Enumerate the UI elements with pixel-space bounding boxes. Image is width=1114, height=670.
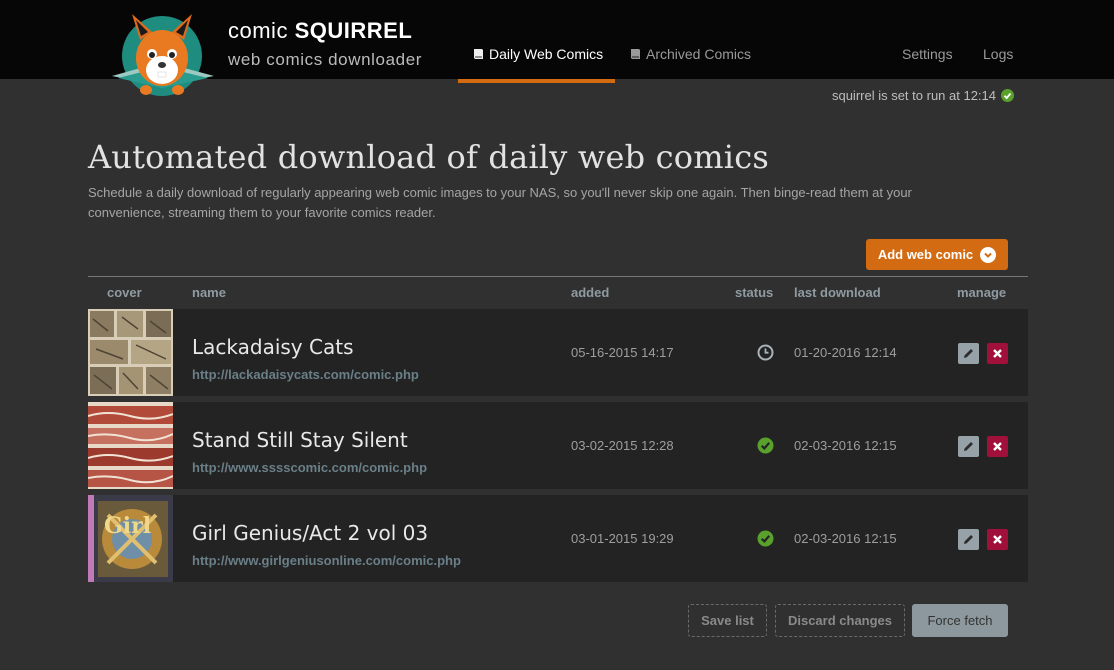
add-web-comic-label: Add web comic	[877, 247, 974, 262]
comic-url-link[interactable]: http://www.girlgeniusonline.com/comic.ph…	[192, 553, 461, 568]
schedule-text: squirrel is set to run at 12:14	[831, 88, 996, 103]
delete-button[interactable]	[987, 436, 1008, 457]
close-icon	[993, 349, 1002, 358]
discard-changes-button[interactable]: Discard changes	[775, 604, 905, 637]
check-circle-icon	[757, 437, 774, 454]
schedule-status: squirrel is set to run at 12:14	[832, 88, 1014, 103]
edit-button[interactable]	[958, 343, 979, 364]
date-added: 05-16-2015 14:17	[571, 345, 674, 360]
pencil-icon	[964, 442, 973, 451]
last-download-date: 02-03-2016 12:15	[794, 438, 897, 453]
page-intro: Schedule a daily download of regularly a…	[88, 185, 912, 220]
tab-label: Archived Comics	[646, 46, 752, 62]
comic-name: Stand Still Stay Silent	[192, 428, 408, 452]
comic-cover-image	[88, 402, 173, 489]
delete-button[interactable]	[987, 343, 1008, 364]
pencil-icon	[964, 535, 973, 544]
edit-button[interactable]	[958, 436, 979, 457]
table-row: Girl Girl Genius/Act 2 vol 03 http://www…	[88, 495, 1028, 582]
last-download-date: 02-03-2016 12:15	[794, 531, 897, 546]
clock-icon	[757, 344, 774, 361]
comic-cover-image: Girl	[88, 495, 173, 582]
add-web-comic-button[interactable]: Add web comic	[866, 239, 1008, 270]
force-fetch-button[interactable]: Force fetch	[912, 604, 1008, 637]
comic-url-link[interactable]: http://lackadaisycats.com/comic.php	[192, 367, 419, 382]
brand-title-bold: SQUIRREL	[294, 18, 413, 43]
table-divider	[88, 276, 1028, 277]
column-header-last-download: last download	[794, 285, 881, 300]
active-tab-indicator	[458, 79, 615, 83]
tab-archived-comics[interactable]: Archived Comics	[630, 46, 751, 62]
table-row: Lackadaisy Cats http://lackadaisycats.co…	[88, 309, 1028, 396]
column-header-cover: cover	[107, 285, 142, 300]
brand-title: comic SQUIRREL	[228, 18, 422, 44]
column-header-added: added	[571, 285, 610, 300]
book-icon	[474, 49, 483, 59]
settings-link[interactable]: Settings	[902, 46, 953, 62]
date-added: 03-01-2015 19:29	[571, 531, 674, 546]
comic-url-link[interactable]: http://www.sssscomic.com/comic.php	[192, 460, 427, 475]
edit-button[interactable]	[958, 529, 979, 550]
column-header-status: status	[735, 285, 774, 300]
column-header-name: name	[192, 285, 226, 300]
date-added: 03-02-2015 12:28	[571, 438, 674, 453]
book-icon	[631, 49, 640, 59]
close-icon	[993, 535, 1002, 544]
pencil-icon	[964, 349, 973, 358]
squirrel-logo[interactable]	[110, 10, 220, 102]
check-circle-icon	[757, 530, 774, 547]
table-row: Stand Still Stay Silent http://www.ssssc…	[88, 402, 1028, 489]
close-icon	[993, 442, 1002, 451]
comic-cover-image	[88, 309, 173, 396]
last-download-date: 01-20-2016 12:14	[794, 345, 897, 360]
tab-label: Daily Web Comics	[489, 46, 604, 62]
tab-daily-web-comics[interactable]: Daily Web Comics	[473, 46, 603, 62]
comic-name: Girl Genius/Act 2 vol 03	[192, 521, 429, 545]
chevron-down-icon	[980, 246, 997, 263]
brand-title-light: comic	[228, 18, 288, 43]
comic-name: Lackadaisy Cats	[192, 335, 354, 359]
brand: comic SQUIRREL web comics downloader	[228, 18, 422, 70]
brand-subtitle: web comics downloader	[228, 50, 423, 69]
page-title: Automated download of daily web comics	[88, 138, 769, 176]
column-header-manage: manage	[957, 285, 1007, 300]
svg-text:Girl: Girl	[104, 513, 151, 539]
check-circle-icon	[1001, 89, 1014, 102]
delete-button[interactable]	[987, 529, 1008, 550]
save-list-button[interactable]: Save list	[688, 604, 767, 637]
logs-link[interactable]: Logs	[983, 46, 1013, 62]
